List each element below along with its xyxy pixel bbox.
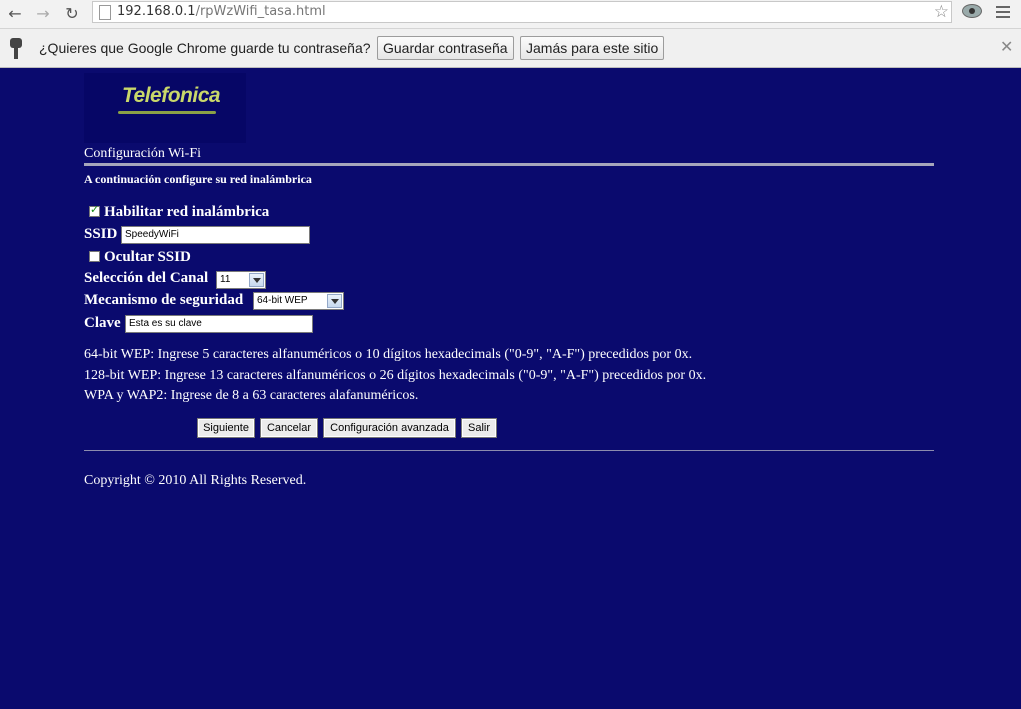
chevron-down-icon	[327, 294, 342, 308]
channel-select[interactable]: 11	[216, 271, 266, 289]
page-subtitle: A continuación configure su red inalámbr…	[84, 172, 312, 186]
logo-text: Telefonica	[122, 84, 221, 107]
hide-ssid-checkbox[interactable]	[89, 251, 100, 262]
info-line-128bit: 128-bit WEP: Ingrese 13 caracteres alfan…	[84, 368, 707, 383]
key-label: Clave	[84, 315, 121, 331]
security-value: 64-bit WEP	[257, 295, 308, 306]
title-divider	[84, 163, 934, 166]
browser-toolbar: ← → ↻ 192.168.0.1/rpWzWifi_tasa.html ☆	[0, 0, 1021, 29]
eye-extension-icon[interactable]	[962, 4, 982, 18]
close-icon[interactable]: ✕	[1000, 37, 1013, 56]
ssid-input[interactable]: SpeedyWiFi	[121, 226, 310, 244]
logo-swoosh	[118, 111, 216, 114]
info-line-64bit: 64-bit WEP: Ingrese 5 caracteres alfanum…	[84, 347, 693, 362]
hide-ssid-label: Ocultar SSID	[104, 249, 191, 265]
page-icon	[99, 5, 111, 20]
channel-label: Selección del Canal	[84, 270, 209, 286]
url-host: 192.168.0.1	[117, 4, 196, 19]
never-for-site-button[interactable]: Jamás para este sitio	[520, 36, 665, 60]
info-line-wpa: WPA y WAP2: Ingrese de 8 a 63 caracteres…	[84, 388, 419, 403]
back-arrow-icon[interactable]: ←	[4, 3, 26, 25]
advanced-settings-button[interactable]: Configuración avanzada	[323, 418, 456, 438]
enable-wireless-label: Habilitar red inalámbrica	[104, 204, 270, 220]
security-label: Mecanismo de seguridad	[84, 292, 244, 308]
ssid-label: SSID	[84, 226, 118, 242]
bookmark-star-icon[interactable]: ☆	[934, 2, 949, 22]
enable-wireless-checkbox[interactable]	[89, 203, 100, 217]
security-select[interactable]: 64-bit WEP	[253, 292, 344, 310]
channel-value: 11	[220, 274, 231, 285]
chevron-down-icon	[249, 273, 264, 287]
page-title: Configuración Wi-Fi	[84, 146, 201, 161]
url-text[interactable]: 192.168.0.1/rpWzWifi_tasa.html	[117, 4, 326, 19]
cancel-button[interactable]: Cancelar	[260, 418, 318, 438]
chrome-menu-icon[interactable]	[996, 6, 1010, 18]
next-button[interactable]: Siguiente	[197, 418, 255, 438]
key-input[interactable]: Esta es su clave	[125, 315, 313, 333]
reload-icon[interactable]: ↻	[61, 3, 83, 25]
telefonica-logo: Telefonica	[84, 73, 246, 143]
url-path: /rpWzWifi_tasa.html	[195, 4, 326, 19]
password-infobar: ¿Quieres que Google Chrome guarde tu con…	[0, 29, 1021, 68]
forward-arrow-icon[interactable]: →	[32, 3, 54, 25]
copyright-text: Copyright © 2010 All Rights Reserved.	[84, 473, 307, 488]
save-password-button[interactable]: Guardar contraseña	[377, 36, 514, 60]
footer-divider	[84, 450, 934, 451]
exit-button[interactable]: Salir	[461, 418, 497, 438]
address-bar[interactable]: 192.168.0.1/rpWzWifi_tasa.html ☆	[92, 1, 952, 23]
key-icon	[10, 38, 24, 60]
infobar-message: ¿Quieres que Google Chrome guarde tu con…	[39, 40, 371, 56]
